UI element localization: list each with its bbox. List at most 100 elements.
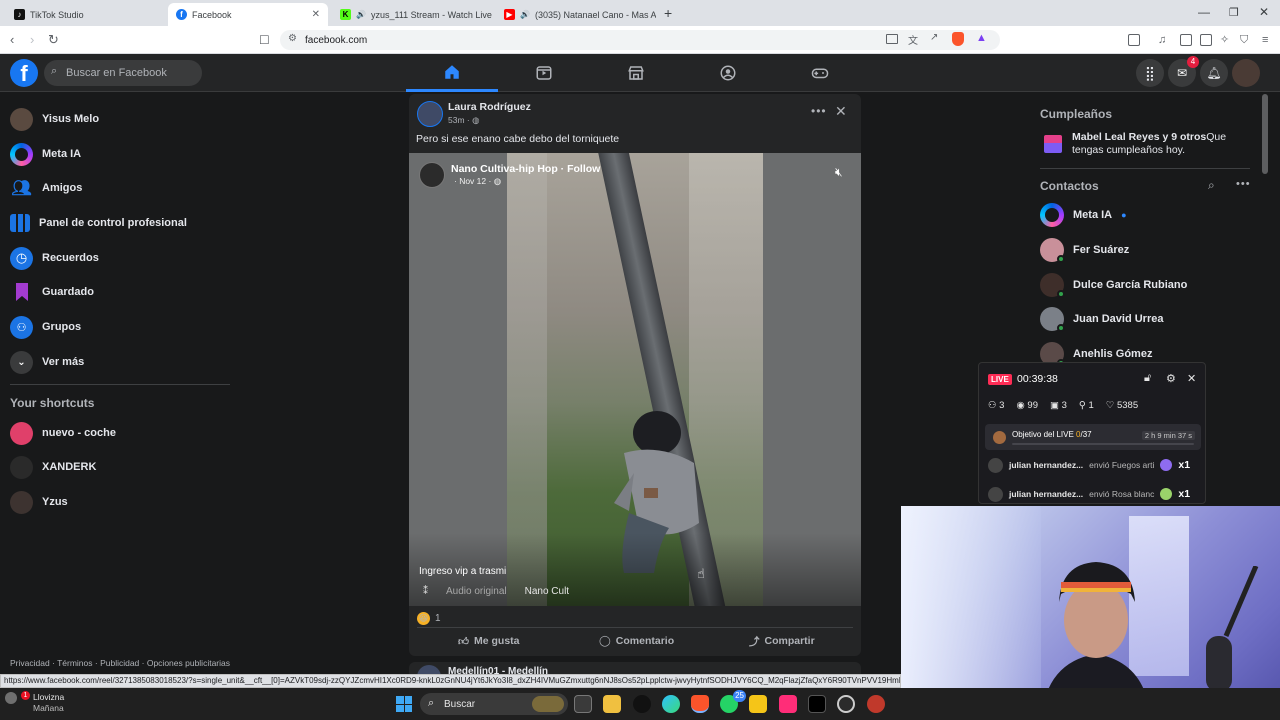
footer-links[interactable]: Privacidad · Términos · Publicidad · Opc… xyxy=(10,658,240,668)
close-window-button[interactable]: ✕ xyxy=(1259,5,1269,19)
tab-tiktok-studio[interactable]: ♪ TikTok Studio xyxy=(6,3,166,26)
post-reactions[interactable]: 😆 1 xyxy=(417,612,441,625)
video-author-avatar[interactable] xyxy=(419,162,445,188)
edge-icon[interactable] xyxy=(662,695,680,713)
reload-icon[interactable]: ↻ xyxy=(48,32,59,48)
extensions-icon[interactable] xyxy=(1128,34,1140,46)
brave-rewards-icon[interactable]: ▲ xyxy=(976,32,987,44)
leo-ai-icon[interactable]: ✧ xyxy=(1220,32,1229,48)
site-info-icon[interactable]: ⚙ xyxy=(288,33,297,44)
goal-timer: 2 h 9 min 37 s xyxy=(1141,431,1195,440)
share-button[interactable]: ⤴ Compartir xyxy=(749,632,815,650)
menu-icon[interactable]: ≡ xyxy=(1262,32,1268,48)
contact-item[interactable]: Fer Suárez xyxy=(1040,236,1129,264)
url-field[interactable]: ⚙ facebook.com 文 ↗ ▲ xyxy=(280,30,1000,50)
wallet-icon[interactable] xyxy=(1200,34,1212,46)
reel-video-player[interactable]: Nano Cultiva-hip Hop · Follow · Nov 12 ·… xyxy=(409,153,861,606)
vpn-icon[interactable]: ⛉ xyxy=(1240,32,1248,48)
shortcut-item[interactable]: XANDERK xyxy=(10,452,230,482)
facebook-search-input[interactable]: ⌕ Buscar en Facebook xyxy=(44,60,202,86)
minimize-button[interactable]: — xyxy=(1198,5,1210,19)
restore-button[interactable]: ❐ xyxy=(1229,6,1239,19)
notes-icon[interactable] xyxy=(749,695,767,713)
sidebar-icon[interactable] xyxy=(1180,34,1192,46)
close-icon[interactable]: ✕ xyxy=(1187,372,1196,385)
post-close-icon[interactable]: ✕ xyxy=(835,103,847,120)
sidebar-item-friends[interactable]: 👥︎ Amigos xyxy=(10,173,230,203)
taskbar-search[interactable]: ⌕ Buscar xyxy=(420,693,568,715)
contact-item-meta-ai[interactable]: Meta IA ● xyxy=(1040,201,1127,229)
video-audio-info[interactable]: ⁑ Audio original Nano Cult xyxy=(423,586,569,597)
comment-button[interactable]: ◯ Comentario xyxy=(599,632,674,650)
sidebar-item-see-more[interactable]: ⌄ Ver más xyxy=(10,347,230,377)
sidebar-item-profile[interactable]: Yisus Melo xyxy=(10,104,230,134)
nav-gaming[interactable] xyxy=(774,54,866,92)
tab-youtube[interactable]: ▶ 🔊 (3035) Natanael Cano - Mas Alta xyxy=(496,3,656,26)
gift-user: julian hernandez... xyxy=(1009,460,1084,470)
sidebar-item-memories[interactable]: ◷ Recuerdos xyxy=(10,243,230,273)
nav-video[interactable] xyxy=(498,54,590,92)
mute-icon[interactable]: 🔇︎ xyxy=(835,165,843,180)
marketplace-icon xyxy=(628,66,644,80)
file-explorer-icon[interactable] xyxy=(603,695,621,713)
messenger-button[interactable]: ✉ 4 xyxy=(1168,56,1199,87)
media-icon[interactable]: ♫ xyxy=(1158,32,1166,48)
brave-shield-icon[interactable] xyxy=(952,32,964,46)
follow-icon: ⚲ xyxy=(1078,400,1086,411)
task-view-icon[interactable] xyxy=(574,695,592,713)
sidebar-item-label: Ver más xyxy=(42,356,85,368)
new-tab-button[interactable]: + xyxy=(664,5,672,21)
sidebar-item-label: Amigos xyxy=(42,182,83,194)
post-author-avatar[interactable] xyxy=(417,101,443,127)
bookmark-page-icon[interactable]: ☐ xyxy=(259,32,270,48)
tiktok-live-studio-icon[interactable] xyxy=(779,695,797,713)
contacts-title: Contactos xyxy=(1040,179,1099,193)
video-icon xyxy=(536,66,552,80)
close-tab-icon[interactable]: ✕ xyxy=(312,9,320,20)
capcut-icon[interactable] xyxy=(808,695,826,713)
account-avatar[interactable] xyxy=(1232,59,1260,87)
shortcut-item[interactable]: Yzus xyxy=(10,487,230,517)
forward-icon[interactable]: › xyxy=(30,32,34,48)
contact-item[interactable]: Dulce García Rubiano xyxy=(1040,271,1187,299)
nav-groups[interactable] xyxy=(682,54,774,92)
settings-icon[interactable]: ⚙ xyxy=(1166,372,1176,385)
back-icon[interactable]: ‹ xyxy=(10,32,14,48)
sidebar-item-meta-ai[interactable]: Meta IA xyxy=(10,139,230,169)
obs-icon[interactable] xyxy=(837,695,855,713)
live-goal[interactable]: Objetivo del LIVE 0/37 2 h 9 min 37 s xyxy=(985,424,1201,450)
record-icon[interactable] xyxy=(867,695,885,713)
search-contacts-icon[interactable]: ⌕ xyxy=(1208,178,1215,193)
post-more-options-icon[interactable]: ••• xyxy=(811,104,827,118)
tab-facebook[interactable]: f Facebook ✕ xyxy=(168,3,328,26)
facebook-logo-icon[interactable]: f xyxy=(10,59,38,87)
brave-browser-icon[interactable] xyxy=(691,695,709,713)
sidebar-item-groups[interactable]: ⚇ Grupos xyxy=(10,312,230,342)
birthday-notice[interactable]: Mabel Leal Reyes y 9 otrosQue tengas cum… xyxy=(1044,131,1254,157)
shortcut-item[interactable]: nuevo - coche xyxy=(10,418,230,448)
translate-icon[interactable]: 文 xyxy=(908,32,918,47)
menu-grid-button[interactable]: ⣿ xyxy=(1136,59,1164,87)
video-author-name[interactable]: Nano Cultiva-hip Hop · Follow xyxy=(451,163,600,175)
sidebar-item-saved[interactable]: Guardado xyxy=(10,277,230,307)
tab-kick-stream[interactable]: K 🔊 yzus_111 Stream - Watch Live on xyxy=(332,3,492,26)
cast-icon[interactable] xyxy=(886,34,898,44)
nav-marketplace[interactable] xyxy=(590,54,682,92)
contact-item[interactable]: Juan David Urrea xyxy=(1040,305,1163,333)
weather-widget[interactable]: Llovizna Mañana xyxy=(20,692,64,714)
whatsapp-icon[interactable]: 25 xyxy=(720,690,746,713)
right-scrollbar[interactable] xyxy=(1262,94,1268,174)
like-button[interactable]: 👍︎ Me gusta xyxy=(458,632,520,650)
nav-home[interactable] xyxy=(406,54,498,92)
windows-start-icon[interactable] xyxy=(396,696,412,712)
post-author-name[interactable]: Laura Rodríguez xyxy=(448,101,531,113)
contacts-options-icon[interactable]: ••• xyxy=(1236,178,1251,190)
notifications-button[interactable]: 🔔︎ xyxy=(1200,59,1228,87)
weather-icon[interactable] xyxy=(5,692,17,704)
sidebar-item-professional-dashboard[interactable]: Panel de control profesional xyxy=(10,208,230,238)
share-icon[interactable]: ↗ xyxy=(930,32,938,43)
post-time[interactable]: 53m · xyxy=(448,115,470,125)
tiktok-app-icon[interactable] xyxy=(633,695,651,713)
shortcut-label: XANDERK xyxy=(42,461,97,473)
lock-icon[interactable]: 🔓︎ xyxy=(1144,372,1151,385)
